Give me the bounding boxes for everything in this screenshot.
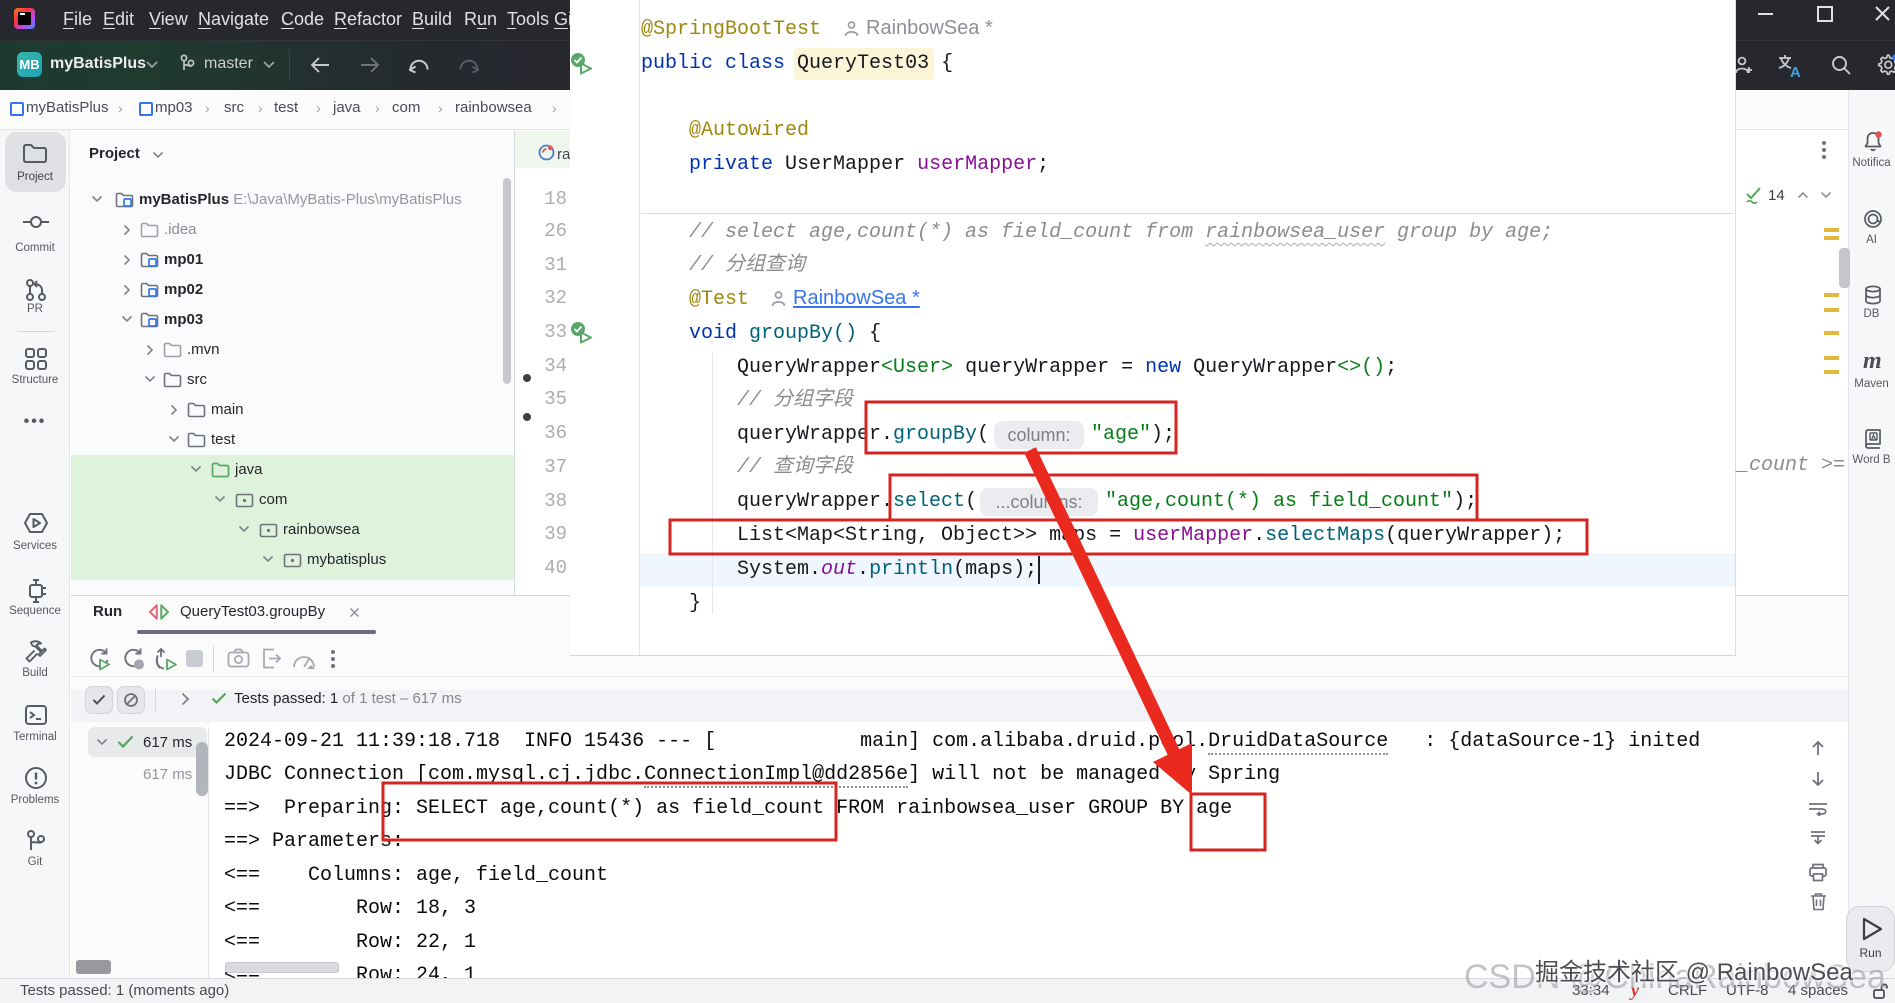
svg-text:A: A bbox=[1790, 64, 1801, 79]
